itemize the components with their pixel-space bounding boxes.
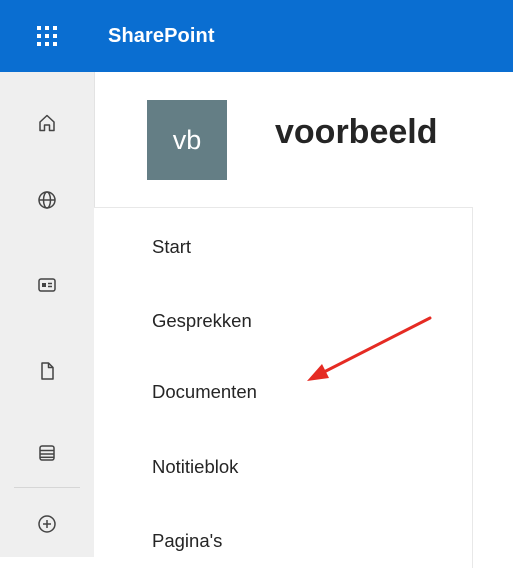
rail-home-button[interactable] — [26, 102, 68, 144]
list-icon — [39, 445, 55, 461]
rail-news-button[interactable] — [26, 264, 68, 306]
sharepoint-brand-link[interactable]: SharePoint — [108, 25, 215, 48]
globe-icon — [38, 191, 56, 209]
nav-item-paginas[interactable]: Pagina's — [152, 530, 222, 552]
rail-files-button[interactable] — [26, 350, 68, 392]
site-title[interactable]: voorbeeld — [275, 113, 437, 152]
document-icon — [41, 362, 54, 380]
add-circle-icon — [38, 515, 56, 533]
nav-item-documenten[interactable]: Documenten — [152, 381, 257, 403]
rail-divider — [14, 487, 80, 488]
rail-create-button[interactable] — [26, 503, 68, 545]
nav-item-notitieblok[interactable]: Notitieblok — [152, 456, 238, 478]
suite-bar: SharePoint — [0, 0, 513, 72]
home-icon — [39, 114, 55, 132]
rail-sites-button[interactable] — [26, 179, 68, 221]
rail-lists-button[interactable] — [26, 432, 68, 474]
nav-item-gesprekken[interactable]: Gesprekken — [152, 310, 252, 332]
site-logo[interactable]: vb — [147, 100, 227, 180]
site-navigation-panel — [94, 207, 473, 568]
app-launcher-button[interactable] — [0, 0, 94, 72]
app-rail — [0, 72, 95, 557]
app-launcher-icon — [37, 26, 57, 46]
nav-item-start[interactable]: Start — [152, 236, 191, 258]
news-icon — [38, 278, 56, 292]
site-logo-text: vb — [172, 124, 202, 155]
